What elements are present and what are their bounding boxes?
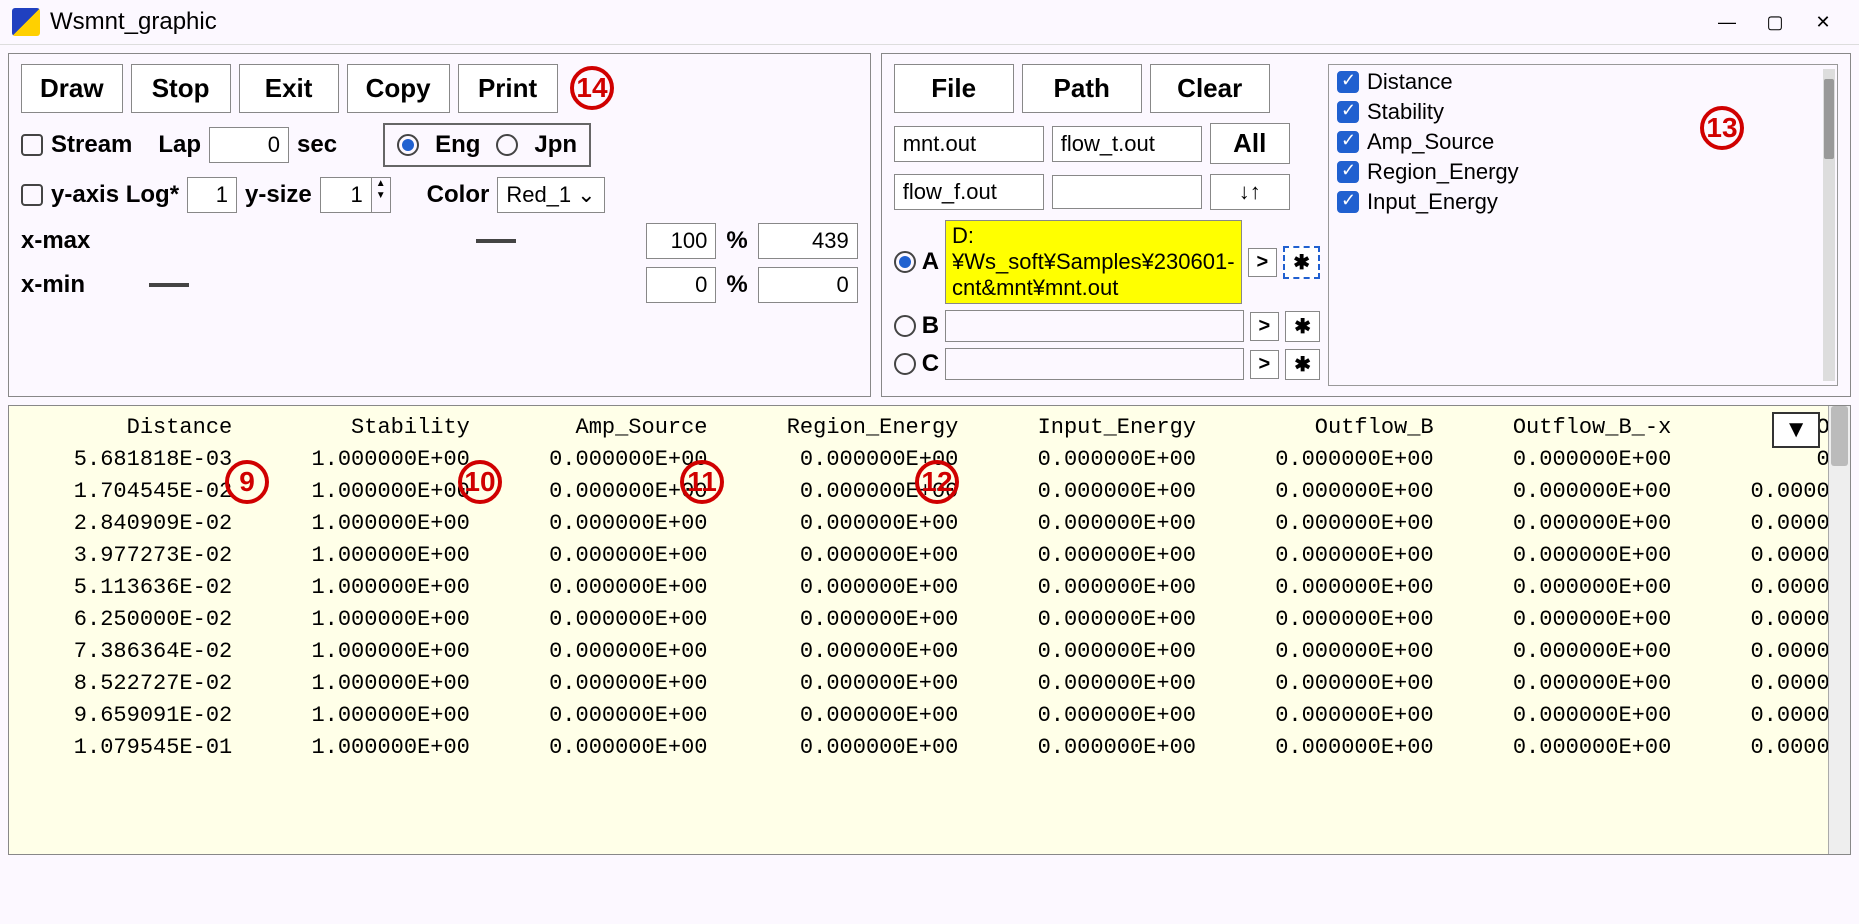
check-stability[interactable] (1337, 101, 1359, 123)
app-icon (12, 8, 40, 36)
xmax-slider[interactable] (100, 238, 636, 244)
language-group: Eng Jpn (383, 123, 591, 167)
exit-button[interactable]: Exit (239, 64, 339, 113)
path-b-star-button[interactable]: ✱ (1285, 311, 1320, 342)
yaxis-log-checkbox[interactable] (21, 184, 43, 206)
clear-button[interactable]: Clear (1150, 64, 1270, 113)
lap-unit: sec (297, 131, 337, 159)
checklist-scrollbar-thumb[interactable] (1824, 79, 1834, 159)
data-grid: ▼ Distance Stability Amp_Source Region_E… (8, 405, 1851, 855)
xmax-pct-input[interactable] (646, 223, 716, 259)
lang-jpn-label: Jpn (534, 131, 577, 159)
pct-label-2: % (726, 271, 747, 299)
stream-label: Stream (51, 131, 132, 159)
xmax-val-input[interactable] (758, 223, 858, 259)
path-a-radio[interactable] (894, 251, 916, 273)
path-c-star-button[interactable]: ✱ (1285, 349, 1320, 380)
check-item-distance[interactable]: Distance (1337, 69, 1829, 95)
lang-eng-label: Eng (435, 131, 480, 159)
grid-scrollbar[interactable] (1828, 406, 1850, 854)
path-a-input[interactable]: D:¥Ws_soft¥Samples¥230601-cnt&mnt¥mnt.ou… (945, 220, 1242, 304)
check-item-stability[interactable]: Stability (1337, 99, 1829, 125)
stop-button[interactable]: Stop (131, 64, 231, 113)
right-panel: File Path Clear mnt.out flow_t.out All f… (881, 53, 1851, 397)
path-c-go-button[interactable]: > (1250, 350, 1280, 379)
main-controls: Draw Stop Exit Copy Print Stream Lap sec… (0, 45, 1859, 405)
check-input-energy[interactable] (1337, 191, 1359, 213)
lang-jpn-radio[interactable] (496, 134, 518, 156)
path-button[interactable]: Path (1022, 64, 1142, 113)
check-region-energy[interactable] (1337, 161, 1359, 183)
check-distance[interactable] (1337, 71, 1359, 93)
minimize-button[interactable]: — (1703, 6, 1751, 38)
path-c-input[interactable] (945, 348, 1244, 380)
lap-input[interactable] (209, 127, 289, 163)
path-b-input[interactable] (945, 310, 1244, 342)
check-amp-source-label: Amp_Source (1367, 129, 1494, 155)
ysize-up-icon[interactable]: ▲ (372, 178, 390, 190)
close-button[interactable]: ✕ (1799, 6, 1847, 38)
maximize-button[interactable]: ▢ (1751, 6, 1799, 38)
check-item-input-energy[interactable]: Input_Energy (1337, 189, 1829, 215)
xmin-val-input[interactable] (758, 267, 858, 303)
column-checklist: Distance Stability Amp_Source Region_Ene… (1328, 64, 1838, 386)
all-button[interactable]: All (1210, 123, 1290, 164)
yaxis-log-input[interactable] (187, 177, 237, 213)
pct-label-1: % (726, 227, 747, 255)
path-c-label: C (922, 350, 939, 378)
path-a-label: A (922, 248, 939, 276)
ysize-label: y-size (245, 181, 312, 209)
print-button[interactable]: Print (458, 64, 558, 113)
window-title: Wsmnt_graphic (50, 8, 1703, 36)
titlebar: Wsmnt_graphic — ▢ ✕ (0, 0, 1859, 45)
copy-button[interactable]: Copy (347, 64, 450, 113)
color-value: Red_1 (506, 182, 571, 208)
color-select[interactable]: Red_1 ⌄ (497, 177, 604, 213)
check-distance-label: Distance (1367, 69, 1453, 95)
check-item-amp-source[interactable]: Amp_Source (1337, 129, 1829, 155)
xmax-label: x-max (21, 227, 90, 255)
path-a-go-button[interactable]: > (1248, 248, 1278, 277)
yaxis-log-label: y-axis Log* (51, 181, 179, 209)
swap-button[interactable]: ↓↑ (1210, 174, 1290, 210)
lang-eng-radio[interactable] (397, 134, 419, 156)
ysize-down-icon[interactable]: ▼ (372, 190, 390, 202)
ysize-spinner[interactable]: ▲ ▼ (320, 177, 391, 213)
check-input-energy-label: Input_Energy (1367, 189, 1498, 215)
check-amp-source[interactable] (1337, 131, 1359, 153)
file1-box[interactable]: mnt.out (894, 126, 1044, 162)
file-button[interactable]: File (894, 64, 1014, 113)
path-b-label: B (922, 312, 939, 340)
path-b-go-button[interactable]: > (1250, 312, 1280, 341)
chevron-down-icon: ⌄ (577, 182, 595, 208)
ysize-input[interactable] (321, 178, 371, 212)
color-label: Color (427, 181, 490, 209)
checklist-scrollbar[interactable] (1823, 69, 1835, 381)
xmin-slider[interactable] (95, 282, 636, 288)
xmin-pct-input[interactable] (646, 267, 716, 303)
xmin-label: x-min (21, 271, 85, 299)
lap-label: Lap (158, 131, 201, 159)
grid-scrollbar-thumb[interactable] (1831, 406, 1848, 466)
grid-dropdown-button[interactable]: ▼ (1772, 412, 1820, 448)
path-c-radio[interactable] (894, 353, 916, 375)
path-a-star-button[interactable]: ✱ (1283, 246, 1320, 279)
file3-box[interactable]: flow_f.out (894, 174, 1044, 210)
file2-box[interactable]: flow_t.out (1052, 126, 1202, 162)
check-region-energy-label: Region_Energy (1367, 159, 1519, 185)
data-table: Distance Stability Amp_Source Region_Ene… (9, 406, 1850, 770)
file-controls: File Path Clear mnt.out flow_t.out All f… (894, 64, 1320, 386)
check-item-region-energy[interactable]: Region_Energy (1337, 159, 1829, 185)
check-stability-label: Stability (1367, 99, 1444, 125)
path-b-radio[interactable] (894, 315, 916, 337)
stream-checkbox[interactable] (21, 134, 43, 156)
left-panel: Draw Stop Exit Copy Print Stream Lap sec… (8, 53, 871, 397)
file4-box[interactable] (1052, 175, 1202, 209)
draw-button[interactable]: Draw (21, 64, 123, 113)
